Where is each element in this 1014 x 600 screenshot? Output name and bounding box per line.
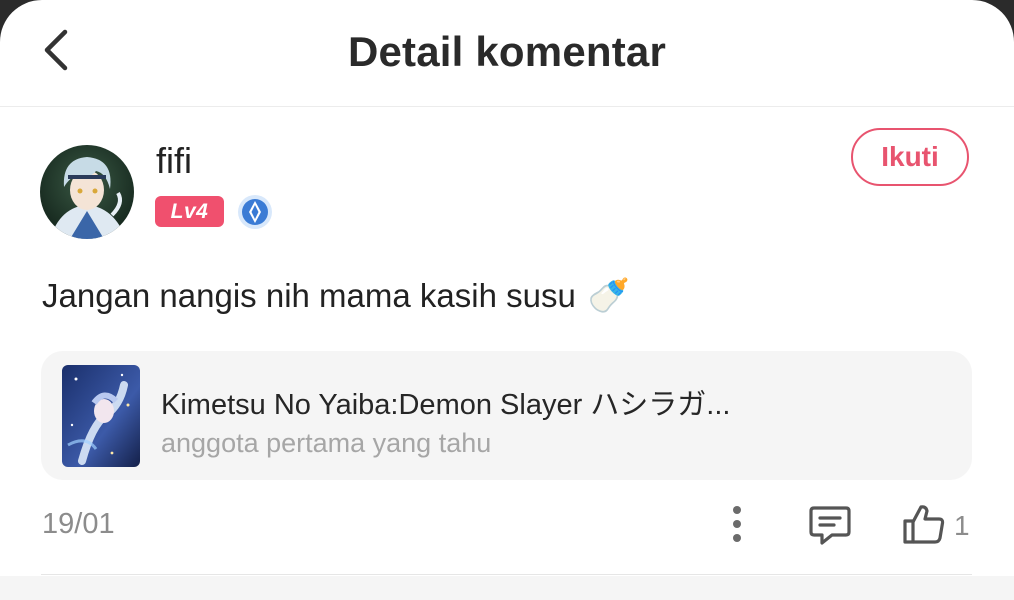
avatar-image bbox=[40, 145, 134, 239]
bottom-section bbox=[0, 576, 1014, 600]
comment-body: Jangan nangis nih mama kasih susu 🍼 bbox=[42, 276, 630, 316]
thumbs-up-icon bbox=[903, 505, 945, 544]
level-badge: Lv4 bbox=[155, 196, 224, 227]
more-vertical-icon bbox=[733, 506, 741, 542]
username[interactable]: fifi bbox=[156, 140, 192, 182]
like-count: 1 bbox=[954, 510, 970, 541]
comment-detail-screen: Detail komentar fifi Lv4 Ikuti Jangan na… bbox=[0, 0, 1014, 600]
comment-icon bbox=[809, 506, 851, 545]
game-thumbnail bbox=[62, 365, 140, 467]
baby-bottle-emoji: 🍼 bbox=[587, 277, 631, 315]
game-card[interactable]: Kimetsu No Yaiba:Demon Slayer ハシラガ... an… bbox=[41, 351, 972, 480]
game-title: Kimetsu No Yaiba:Demon Slayer ハシラガ... bbox=[161, 389, 731, 421]
header: Detail komentar bbox=[0, 0, 1014, 107]
divider bbox=[41, 574, 972, 575]
comment-date: 19/01 bbox=[42, 508, 115, 540]
reply-button[interactable] bbox=[806, 502, 854, 548]
page-title: Detail komentar bbox=[347, 28, 667, 75]
avatar[interactable] bbox=[40, 145, 134, 239]
game-subtitle: anggota pertama yang tahu bbox=[161, 428, 492, 458]
more-options-button[interactable] bbox=[716, 503, 758, 545]
comment-text: Jangan nangis nih mama kasih susu bbox=[42, 277, 576, 314]
follow-button[interactable]: Ikuti bbox=[851, 128, 969, 186]
blue-medal-icon bbox=[237, 194, 273, 230]
like-button[interactable] bbox=[900, 500, 948, 548]
